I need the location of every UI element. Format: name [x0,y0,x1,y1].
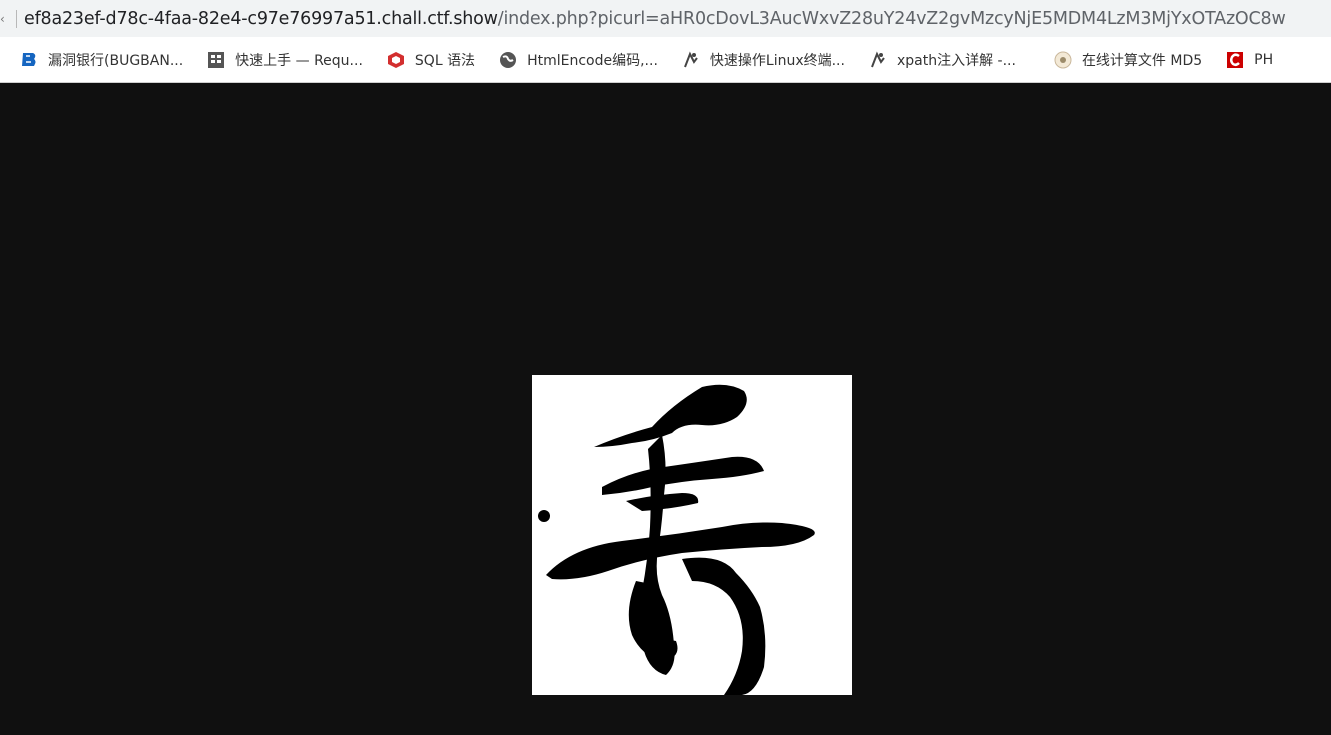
address-bar[interactable]: ‹ ef8a23ef-d78c-4faa-82e4-c97e76997a51.c… [0,0,1331,37]
bookmark-linux[interactable]: 快速操作Linux终端... [676,45,851,75]
bugbank-icon [20,51,38,69]
bookmark-bugbank[interactable]: 漏洞银行(BUGBAN... [14,45,189,75]
bookmark-label: HtmlEncode编码,... [527,52,658,69]
bookmark-xpath[interactable]: xpath注入详解 -... [863,45,1022,75]
linux-tool-icon [869,51,887,69]
bookmark-label: 快速操作Linux终端... [709,52,845,69]
bookmark-php[interactable]: PH [1220,45,1279,75]
globe-icon [499,51,517,69]
bookmark-htmlencode[interactable]: HtmlEncode编码,... [493,45,664,75]
sql-logo-icon [387,51,405,69]
php-c-icon [1226,51,1244,69]
url-path: /index.php?picurl=aHR0cDovL3AucWxvZ28uY2… [497,8,1286,29]
book-icon [207,51,225,69]
address-divider [16,9,17,28]
bookmark-label: 漏洞银行(BUGBAN... [48,52,184,69]
bookmarks-bar: 漏洞银行(BUGBAN... 快速上手 — Requ... SQL 语法 Htm… [0,37,1331,83]
url-text[interactable]: ef8a23ef-d78c-4faa-82e4-c97e76997a51.cha… [24,9,1286,29]
bookmark-label: PH [1254,51,1274,68]
page-content [0,83,1331,735]
bookmark-sql[interactable]: SQL 语法 [381,45,481,75]
calligraphy-character-image [532,375,852,695]
bookmark-requests[interactable]: 快速上手 — Requ... [201,45,369,75]
linux-tool-icon [682,51,700,69]
md5-site-icon [1054,51,1072,69]
bookmark-label: 快速上手 — Requ... [235,52,363,69]
url-host: ef8a23ef-d78c-4faa-82e4-c97e76997a51.cha… [24,8,498,29]
bookmark-label: xpath注入详解 -... [896,52,1016,69]
bookmark-label: 在线计算文件 MD5 [1081,52,1203,69]
bookmark-label: SQL 语法 [414,52,476,69]
bookmark-md5[interactable]: 在线计算文件 MD5 [1048,45,1208,75]
site-info-icon[interactable]: ‹ [0,0,16,37]
